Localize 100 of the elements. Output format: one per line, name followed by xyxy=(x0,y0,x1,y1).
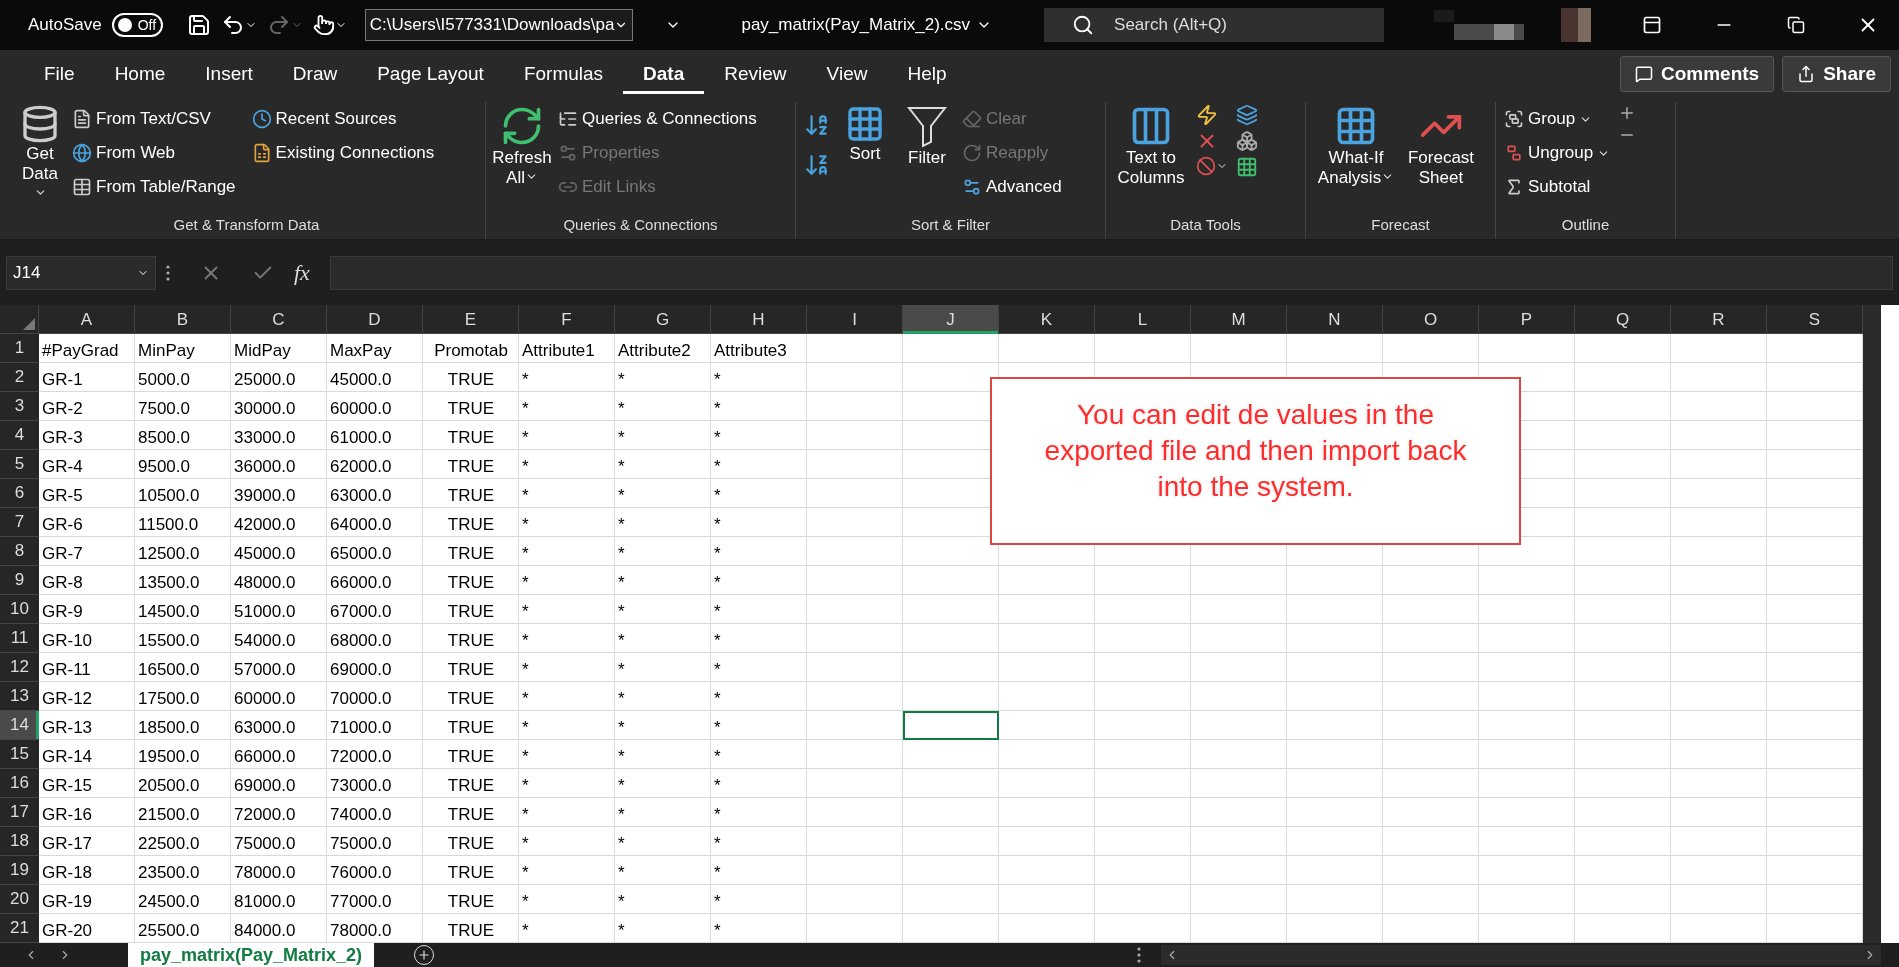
column-header[interactable]: N xyxy=(1287,305,1383,334)
row-header[interactable]: 8 xyxy=(0,537,39,566)
ribbon-button[interactable]: Advanced xyxy=(962,172,1062,202)
sort-descending-icon[interactable] xyxy=(804,152,830,178)
table-cell-text: 15500.0 xyxy=(137,630,201,652)
table-cell-text: * xyxy=(713,514,722,536)
column-header[interactable]: R xyxy=(1671,305,1767,334)
column-header[interactable]: L xyxy=(1095,305,1191,334)
search-field[interactable]: Search (Alt+Q) xyxy=(1044,8,1384,42)
row-header[interactable]: 7 xyxy=(0,508,39,537)
name-box[interactable]: J14 xyxy=(6,255,156,290)
ribbon-button[interactable]: Group xyxy=(1504,104,1611,134)
menu-tab[interactable]: Draw xyxy=(272,50,358,98)
row-header[interactable]: 15 xyxy=(0,740,39,769)
table-cell-text: * xyxy=(521,746,530,768)
row-header[interactable]: 5 xyxy=(0,450,39,479)
column-header[interactable]: A xyxy=(39,305,135,334)
ribbon-button[interactable]: Refresh All xyxy=(494,102,550,209)
menu-tab[interactable]: Insert xyxy=(185,50,273,98)
table-cell-text: Attribute2 xyxy=(617,340,692,362)
column-header[interactable]: D xyxy=(327,305,423,334)
column-header[interactable]: F xyxy=(519,305,615,334)
menu-tab[interactable]: Data xyxy=(623,50,705,98)
select-all-button[interactable] xyxy=(0,305,39,334)
ribbon-button[interactable]: What-If Analysis xyxy=(1314,102,1398,209)
sort-ascending-icon[interactable] xyxy=(804,112,830,138)
row-header[interactable]: 18 xyxy=(0,827,39,856)
ribbon-button[interactable]: From Web xyxy=(72,138,236,168)
table-cell-text: * xyxy=(713,891,722,913)
row-header[interactable]: 10 xyxy=(0,595,39,624)
column-header[interactable]: J xyxy=(903,305,999,334)
menu-tab[interactable]: Formulas xyxy=(503,50,624,98)
ribbon-button[interactable]: Forecast Sheet xyxy=(1406,102,1476,209)
ribbon-button[interactable]: Recent Sources xyxy=(251,104,435,134)
save-icon[interactable] xyxy=(186,13,211,37)
vertical-scrollbar[interactable] xyxy=(1863,305,1881,943)
validation-icon[interactable] xyxy=(1196,156,1228,176)
row-header[interactable]: 3 xyxy=(0,392,39,421)
row-header[interactable]: 2 xyxy=(0,363,39,392)
column-header[interactable]: G xyxy=(615,305,711,334)
ribbon-button[interactable]: From Table/Range xyxy=(72,172,236,202)
active-cell[interactable] xyxy=(903,711,999,740)
menu-tab[interactable]: View xyxy=(806,50,888,98)
table-cell-text: TRUE xyxy=(446,891,496,913)
formula-field[interactable] xyxy=(329,255,1893,290)
column-header[interactable]: Q xyxy=(1575,305,1671,334)
column-header[interactable]: H xyxy=(711,305,807,334)
horizontal-scrollbar[interactable] xyxy=(1161,945,1881,965)
menu-tab[interactable]: Page Layout xyxy=(357,50,504,98)
table-cell-text: * xyxy=(713,427,722,449)
table-cell-text: GR-6 xyxy=(41,514,84,536)
ribbon-button[interactable]: Get Data xyxy=(16,102,64,209)
table-cell-text: * xyxy=(521,398,530,420)
row-header[interactable]: 6 xyxy=(0,479,39,508)
row-header[interactable]: 1 xyxy=(0,334,39,363)
insert-function-button[interactable]: fx xyxy=(284,259,320,286)
touch-mode-icon[interactable] xyxy=(312,14,347,36)
row-header[interactable]: 11 xyxy=(0,624,39,653)
column-header[interactable]: K xyxy=(999,305,1095,334)
row-header[interactable]: 19 xyxy=(0,856,39,885)
row-header[interactable]: 21 xyxy=(0,914,39,943)
row-header[interactable]: 12 xyxy=(0,653,39,682)
column-header[interactable]: I xyxy=(807,305,903,334)
row-header[interactable]: 16 xyxy=(0,769,39,798)
row-header[interactable]: 14 xyxy=(0,711,39,740)
ribbon-button[interactable]: Subtotal xyxy=(1504,172,1611,202)
table-cell-text: * xyxy=(521,804,530,826)
autosave-toggle[interactable]: Off xyxy=(111,13,163,37)
ribbon-button[interactable]: Existing Connections xyxy=(251,138,435,168)
column-header[interactable]: B xyxy=(135,305,231,334)
row-header[interactable]: 13 xyxy=(0,682,39,711)
ribbon-button[interactable]: Text to Columns xyxy=(1114,102,1188,209)
row-header[interactable]: 4 xyxy=(0,421,39,450)
comments-button[interactable]: Comments xyxy=(1620,56,1775,92)
table-cell-text: 36000.0 xyxy=(233,456,297,478)
row-header[interactable]: 9 xyxy=(0,566,39,595)
column-header[interactable]: P xyxy=(1479,305,1575,334)
file-name-menu[interactable]: pay_matrix(Pay_Matrix_2).csv xyxy=(741,15,993,35)
menu-tab[interactable]: Review xyxy=(704,50,807,98)
table-cell-text: TRUE xyxy=(446,456,496,478)
table-cell-text: * xyxy=(713,775,722,797)
menu-tab[interactable]: Help xyxy=(887,50,967,98)
ribbon-button[interactable]: From Text/CSV xyxy=(72,104,236,134)
row-header[interactable]: 17 xyxy=(0,798,39,827)
file-path-field[interactable]: C:\Users\I577331\Downloads\pa xyxy=(364,9,634,41)
menu-tab[interactable]: File xyxy=(24,50,95,98)
ribbon-button[interactable]: Sort xyxy=(838,102,892,209)
column-header[interactable]: O xyxy=(1383,305,1479,334)
sheet-tab[interactable]: pay_matrix(Pay_Matrix_2) xyxy=(128,943,375,967)
column-header[interactable]: C xyxy=(231,305,327,334)
column-header[interactable]: E xyxy=(423,305,519,334)
row-header[interactable]: 20 xyxy=(0,885,39,914)
column-header[interactable]: M xyxy=(1191,305,1287,334)
ribbon-button[interactable]: Filter xyxy=(900,102,954,209)
ribbon-button[interactable]: Ungroup xyxy=(1504,138,1611,168)
menu-tab[interactable]: Home xyxy=(94,50,186,98)
ribbon-button[interactable]: Queries & Connections xyxy=(558,104,757,134)
table-cell-text: TRUE xyxy=(446,543,496,565)
column-header[interactable]: S xyxy=(1767,305,1863,334)
share-button[interactable]: Share xyxy=(1782,56,1891,92)
